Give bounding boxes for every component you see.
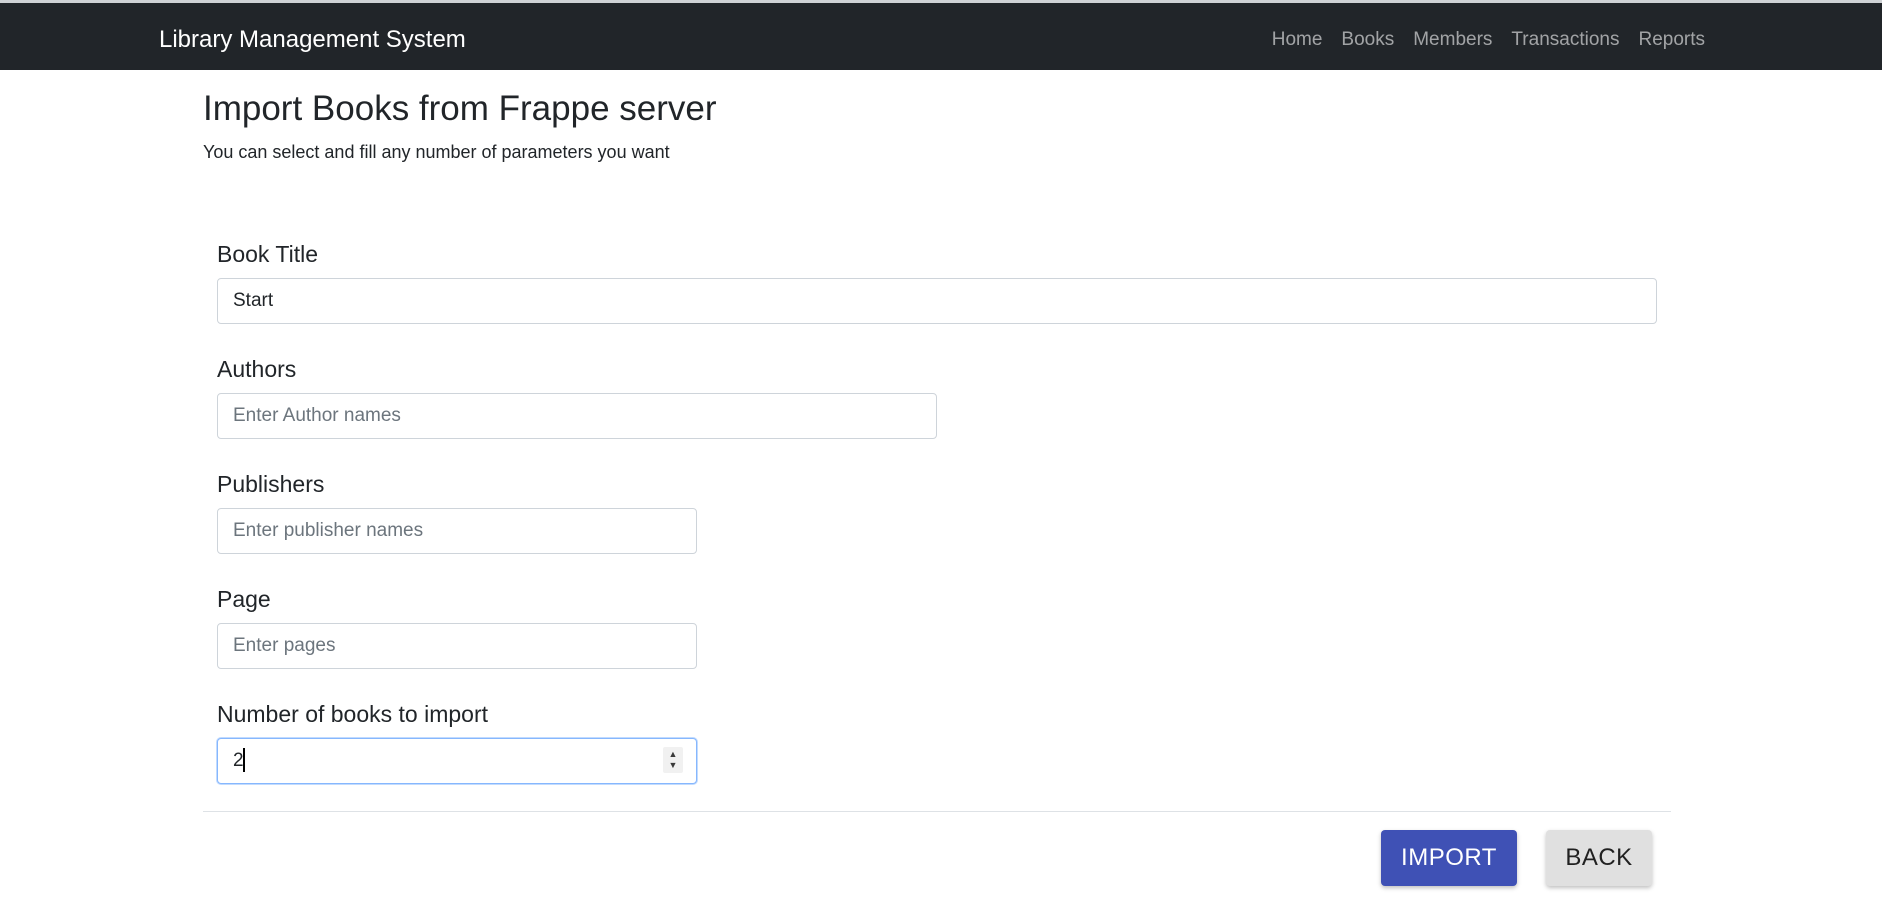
- page-label: Page: [217, 586, 271, 612]
- nav-links: Home Books Members Transactions Reports: [1262, 27, 1705, 53]
- page-subtitle: You can select and fill any number of pa…: [203, 142, 670, 162]
- book-title-input[interactable]: [217, 278, 1657, 324]
- page-input[interactable]: [217, 623, 697, 669]
- authors-input[interactable]: [217, 393, 937, 439]
- num-books-field: ▲ ▼: [217, 738, 697, 784]
- num-books-label: Number of books to import: [217, 701, 489, 727]
- nav-link-members[interactable]: Members: [1404, 27, 1502, 53]
- stepper-down-icon[interactable]: ▼: [669, 760, 678, 771]
- stepper-arrows-icon[interactable]: ▲ ▼: [663, 747, 683, 773]
- nav-link-home[interactable]: Home: [1262, 27, 1332, 53]
- publishers-label: Publishers: [217, 471, 325, 497]
- publishers-input[interactable]: [217, 508, 697, 554]
- text-caret: [243, 748, 245, 772]
- page-title: Import Books from Frappe server: [203, 89, 717, 128]
- stepper-up-icon[interactable]: ▲: [669, 749, 678, 760]
- num-books-input[interactable]: [217, 738, 697, 784]
- authors-label: Authors: [217, 356, 297, 382]
- nav-link-transactions[interactable]: Transactions: [1502, 27, 1629, 53]
- brand-link[interactable]: Library Management System: [159, 25, 466, 55]
- book-title-label: Book Title: [217, 241, 318, 267]
- import-button[interactable]: IMPORT: [1381, 830, 1517, 886]
- nav-link-reports[interactable]: Reports: [1629, 27, 1705, 53]
- nav-link-books[interactable]: Books: [1332, 27, 1404, 53]
- navbar: Library Management System Home Books Mem…: [0, 3, 1882, 70]
- back-button[interactable]: BACK: [1546, 830, 1652, 886]
- form-divider: [203, 811, 1671, 812]
